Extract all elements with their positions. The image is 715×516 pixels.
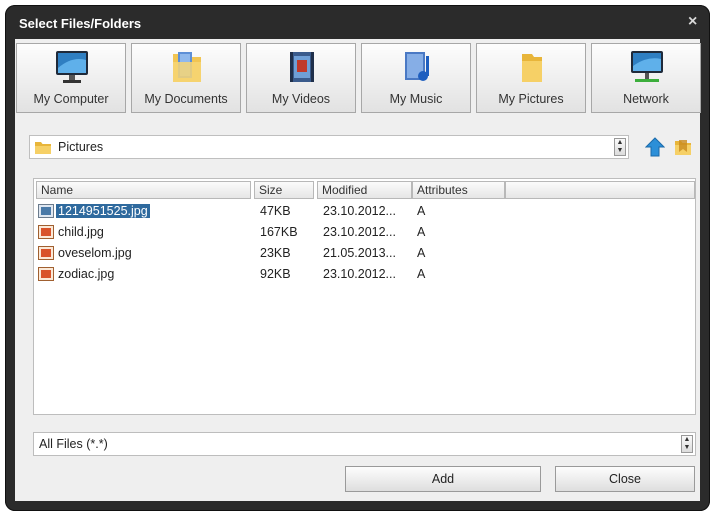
shortcut-label: My Music [389, 92, 443, 106]
dialog-window: Select Files/Folders × My Computer My Do… [5, 5, 710, 511]
file-modified: 21.05.2013... [323, 246, 396, 260]
close-button[interactable]: Close [555, 466, 695, 492]
file-row[interactable]: zodiac.jpg 92KB 23.10.2012... A [34, 264, 695, 285]
folder-icon [35, 142, 51, 154]
close-icon[interactable]: × [688, 13, 697, 31]
image-file-icon [38, 246, 54, 260]
add-button[interactable]: Add [345, 466, 541, 492]
file-attributes: A [417, 267, 426, 281]
spinner-icon[interactable]: ▲ ▼ [681, 435, 693, 453]
path-selector[interactable]: Pictures ▲ ▼ [29, 135, 629, 159]
dialog-title: Select Files/Folders [19, 16, 142, 31]
file-name: child.jpg [58, 225, 104, 239]
file-size: 23KB [260, 246, 291, 260]
image-file-icon [38, 267, 54, 281]
shortcut-my-videos[interactable]: My Videos [246, 43, 356, 113]
file-list[interactable]: Name Size Modified Attributes 1214951525… [33, 178, 696, 415]
shortcut-label: My Documents [144, 92, 228, 106]
column-header-name[interactable]: Name [36, 181, 251, 199]
shortcut-my-computer[interactable]: My Computer [16, 43, 126, 113]
spinner-icon[interactable]: ▲ ▼ [614, 138, 626, 156]
file-size: 47KB [260, 204, 291, 218]
pictures-folder-icon [522, 54, 542, 82]
network-icon [631, 51, 663, 82]
documents-folder-icon [173, 52, 201, 82]
file-size: 167KB [260, 225, 298, 239]
file-attributes: A [417, 246, 426, 260]
file-modified: 23.10.2012... [323, 267, 396, 281]
file-row[interactable]: oveselom.jpg 23KB 21.05.2013... A [34, 243, 695, 264]
shortcut-my-documents[interactable]: My Documents [131, 43, 241, 113]
file-type-filter[interactable]: All Files (*.*) ▲ ▼ [33, 432, 696, 456]
current-path: Pictures [58, 140, 104, 154]
file-attributes: A [417, 225, 426, 239]
file-row[interactable]: 1214951525.jpg 47KB 23.10.2012... A [34, 201, 695, 222]
column-header-attributes[interactable]: Attributes [412, 181, 505, 199]
shortcut-label: Network [623, 92, 669, 106]
image-file-icon [38, 225, 54, 239]
shortcut-label: My Pictures [498, 92, 564, 106]
videos-icon [290, 52, 314, 82]
column-header-modified[interactable]: Modified [317, 181, 412, 199]
title-bar[interactable]: Select Files/Folders × [5, 5, 710, 39]
music-icon [405, 52, 429, 81]
file-attributes: A [417, 204, 426, 218]
up-arrow-icon[interactable] [645, 136, 665, 158]
file-size: 92KB [260, 267, 291, 281]
file-name: 1214951525.jpg [56, 204, 150, 218]
folder-shortcut-icon[interactable] [673, 136, 693, 158]
column-header-empty [505, 181, 695, 199]
file-row[interactable]: child.jpg 167KB 23.10.2012... A [34, 222, 695, 243]
shortcut-label: My Videos [271, 92, 331, 106]
file-modified: 23.10.2012... [323, 204, 396, 218]
shortcut-label: My Computer [33, 92, 109, 106]
shortcut-my-music[interactable]: My Music [361, 43, 471, 113]
dialog-content: My Computer My Documents My Videos My Mu… [15, 39, 701, 501]
file-modified: 23.10.2012... [323, 225, 396, 239]
column-header-size[interactable]: Size [254, 181, 314, 199]
file-name: zodiac.jpg [58, 267, 115, 281]
file-name: oveselom.jpg [58, 246, 132, 260]
shortcut-my-pictures[interactable]: My Pictures [476, 43, 586, 113]
filter-value: All Files (*.*) [39, 437, 108, 451]
monitor-icon [56, 51, 88, 83]
shortcut-network[interactable]: Network [591, 43, 701, 113]
image-file-icon [38, 204, 54, 218]
